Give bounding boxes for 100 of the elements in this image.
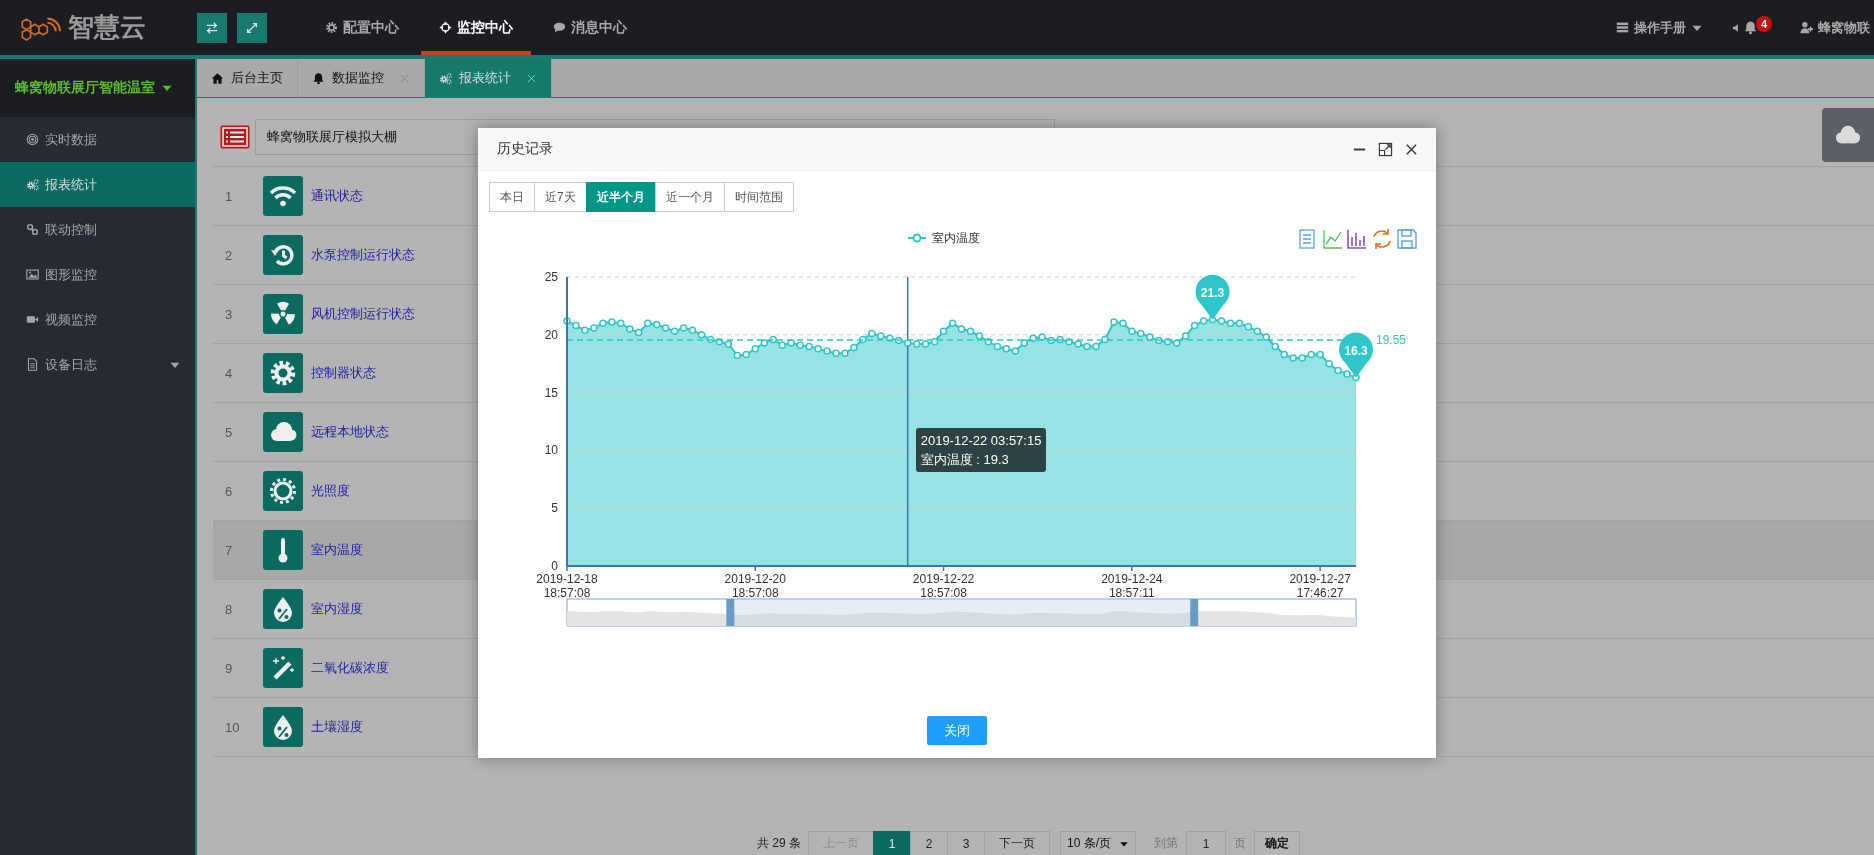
confirm-button[interactable]: 确定 <box>1254 831 1300 855</box>
data-point <box>966 327 975 336</box>
page-input[interactable]: 1 <box>1186 831 1226 855</box>
page-button[interactable]: 1 <box>873 831 911 855</box>
data-point <box>1280 350 1289 359</box>
tooltip-text: 室内温度 : 19.3 <box>920 451 1010 469</box>
axis-label: 2019-12-22 18:57:08 <box>912 572 975 600</box>
bell-icon <box>312 71 325 85</box>
row-number: 6 <box>224 483 234 499</box>
gear-icon <box>325 21 338 34</box>
drop-icon <box>263 589 303 629</box>
data-point <box>1253 327 1262 336</box>
line-chart-icon[interactable] <box>1323 229 1343 249</box>
axis-label: 10 <box>544 443 558 458</box>
maximize-icon[interactable] <box>1378 141 1393 157</box>
row-number: 1 <box>224 188 234 204</box>
dialog-title: 历史记录 <box>497 140 553 158</box>
data-view-icon[interactable] <box>1299 229 1315 249</box>
data-point <box>1163 337 1172 346</box>
cloud-icon <box>263 412 303 452</box>
row-number: 5 <box>224 424 234 440</box>
sidebar-item[interactable]: 实时数据 <box>0 117 195 162</box>
thermometer-icon <box>263 530 303 570</box>
manual-menu[interactable]: 操作手册 <box>1616 18 1703 37</box>
data-point <box>733 351 742 360</box>
sidebar-item[interactable]: 视频监控 <box>0 297 195 342</box>
axis-label: 0 <box>551 559 558 573</box>
device-link[interactable]: 土壤湿度 <box>311 718 363 736</box>
page-size-select[interactable]: 10 条/页 <box>1060 831 1136 855</box>
slider-handle[interactable] <box>1190 599 1199 626</box>
data-point <box>984 337 993 346</box>
axis-label: 15 <box>544 385 558 400</box>
data-point <box>930 337 939 346</box>
data-point <box>939 327 948 336</box>
next-page-button[interactable]: 下一页 <box>984 831 1050 855</box>
sidebar-item[interactable]: 设备日志 <box>0 342 195 387</box>
row-number: 9 <box>224 660 234 676</box>
sidebar-item[interactable]: 报表统计 <box>0 162 195 207</box>
row-number: 7 <box>224 542 234 558</box>
sidebar-item[interactable]: 联动控制 <box>0 207 195 252</box>
user-menu[interactable]: 蜂窝物联 <box>1800 18 1870 37</box>
chat-icon <box>553 21 566 34</box>
data-point <box>1244 322 1253 331</box>
device-link[interactable]: 远程本地状态 <box>311 423 389 441</box>
bar-chart-icon[interactable] <box>1347 229 1367 249</box>
gear-icon <box>263 353 303 393</box>
axis-label: 20 <box>544 327 558 342</box>
tab[interactable]: 报表统计 <box>425 59 552 97</box>
data-point <box>1271 342 1280 351</box>
pin-label: 16.3 <box>1344 343 1368 358</box>
list-icon <box>1616 21 1629 34</box>
device-link[interactable]: 室内温度 <box>311 541 363 559</box>
range-tab[interactable]: 近一个月 <box>654 182 725 212</box>
refresh-icon[interactable] <box>1373 228 1391 250</box>
nav-tab[interactable]: 消息中心 <box>535 4 645 55</box>
wand-icon <box>263 648 303 688</box>
data-point <box>670 327 679 336</box>
page-button[interactable]: 2 <box>910 831 948 855</box>
axis-label: 2019-12-20 18:57:08 <box>724 572 786 600</box>
nav-tab[interactable]: 配置中心 <box>307 4 417 55</box>
data-point <box>1190 321 1199 330</box>
save-icon[interactable] <box>1397 229 1417 249</box>
slider-handle[interactable] <box>726 599 735 626</box>
range-tab[interactable]: 近半个月 <box>585 182 656 212</box>
swap-button[interactable] <box>197 12 227 43</box>
device-link[interactable]: 控制器状态 <box>311 364 376 382</box>
device-link[interactable]: 水泵控制运行状态 <box>311 246 415 264</box>
wifi-icon <box>263 176 303 216</box>
marker-pin <box>1195 274 1230 320</box>
tab[interactable]: 后台主页 <box>197 59 298 97</box>
logo-text: 智慧云 <box>68 11 146 44</box>
device-link[interactable]: 通讯状态 <box>311 187 363 205</box>
history-icon <box>263 235 303 275</box>
list-icon[interactable] <box>220 125 250 149</box>
sidebar-item[interactable]: 图形监控 <box>0 252 195 297</box>
legend-label: 室内温度 <box>932 231 980 245</box>
row-number: 2 <box>224 247 234 263</box>
device-link[interactable]: 风机控制运行状态 <box>311 305 415 323</box>
device-link[interactable]: 光照度 <box>311 482 350 500</box>
bell-icon <box>1743 20 1758 35</box>
nav-tab[interactable]: 监控中心 <box>421 4 531 55</box>
data-point <box>993 342 1002 351</box>
speaker-icon <box>1731 22 1741 33</box>
document-icon <box>26 358 39 371</box>
device-link[interactable]: 二氧化碳浓度 <box>311 659 389 677</box>
total-count: 共 29 条 <box>756 834 802 852</box>
device-link[interactable]: 室内湿度 <box>311 600 363 618</box>
average-label: 19.55 <box>1376 333 1407 347</box>
site-selector[interactable]: 蜂窝物联展厅智能温室 <box>0 59 195 117</box>
data-point <box>634 328 643 337</box>
data-point <box>894 336 903 345</box>
data-point <box>706 335 715 344</box>
range-tab[interactable]: 本日 <box>489 182 535 212</box>
gears-icon <box>26 178 39 191</box>
range-tab[interactable]: 时间范围 <box>723 182 794 212</box>
axis-label: 25 <box>544 270 558 284</box>
row-number: 4 <box>224 365 234 381</box>
data-point <box>652 320 661 329</box>
fullscreen-button[interactable] <box>237 12 267 43</box>
row-number: 3 <box>224 306 234 322</box>
